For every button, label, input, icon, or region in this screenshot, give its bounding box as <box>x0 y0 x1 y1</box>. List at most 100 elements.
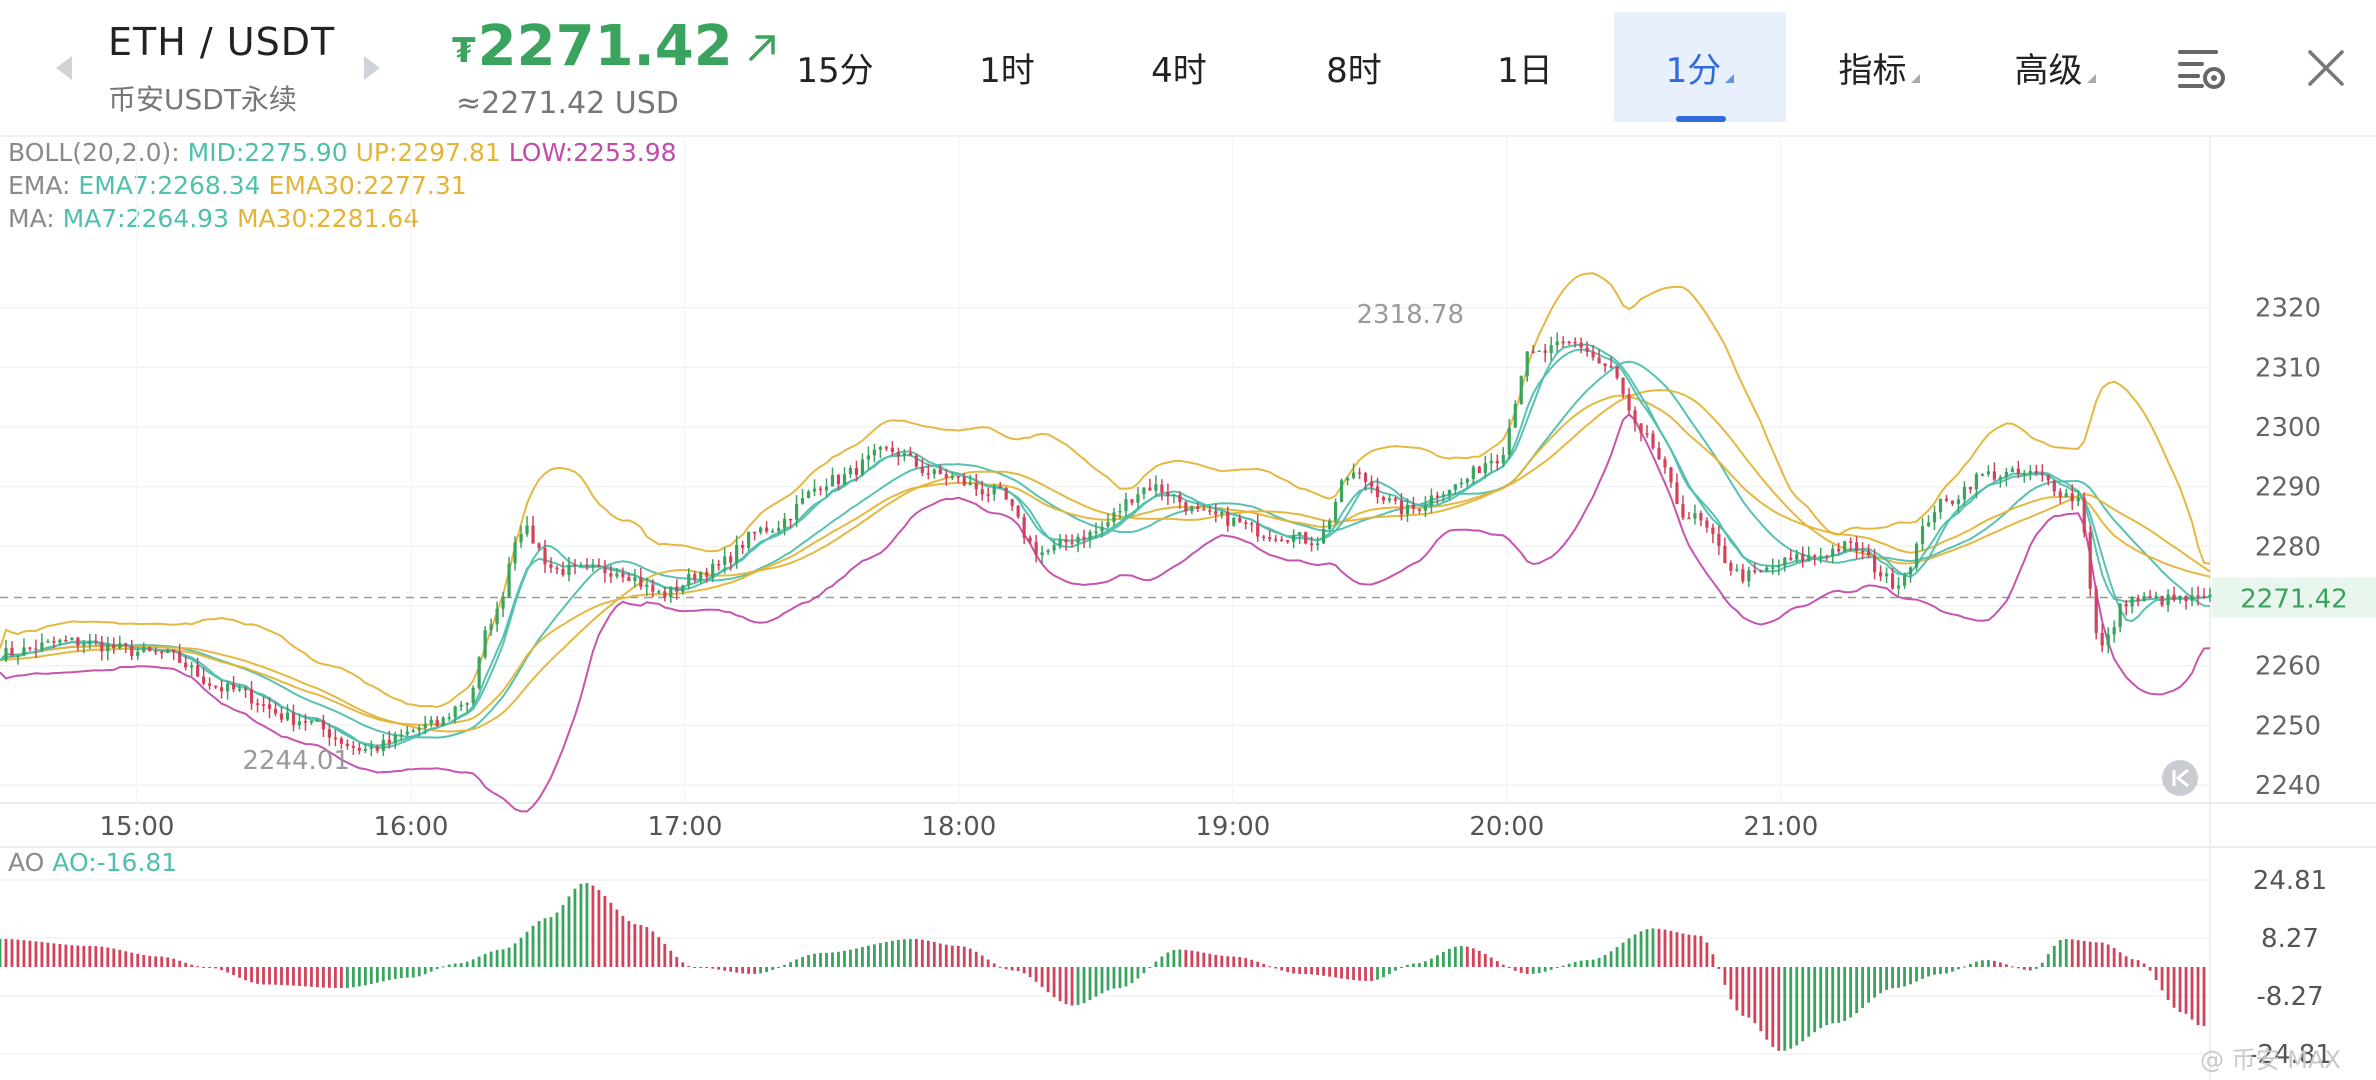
ao-bar <box>837 951 840 967</box>
candle-body <box>866 455 871 460</box>
ao-bar <box>1382 967 1385 978</box>
ao-bar <box>998 966 1002 968</box>
ao-bar <box>1202 952 1206 967</box>
candle-body <box>1208 510 1212 512</box>
ao-bar <box>549 917 553 967</box>
candle-body <box>519 534 523 543</box>
ao-bar <box>944 944 948 967</box>
ao-bar <box>304 967 307 987</box>
candle-body <box>1711 527 1715 534</box>
candle-body <box>333 737 337 740</box>
candle-body <box>2106 634 2110 646</box>
candle-body <box>2112 627 2116 635</box>
x-tick-label: 18:00 <box>921 812 996 842</box>
candle-body <box>1310 543 1314 546</box>
ao-bar <box>873 944 876 967</box>
candle-body <box>2088 532 2092 589</box>
ao-bar <box>531 925 535 967</box>
ao-bar <box>1447 948 1451 967</box>
ao-bar <box>1927 967 1930 977</box>
ao-bar <box>861 947 864 967</box>
candle-body <box>1920 526 1925 544</box>
ao-bar <box>585 883 589 967</box>
ao-bar <box>1921 967 1924 979</box>
ao-bar <box>375 967 379 983</box>
candle-body <box>1741 569 1745 582</box>
ao-bar <box>741 967 745 974</box>
price-chart[interactable]: 23202310230022902280227022602250224015:0… <box>0 0 2376 1080</box>
ao-bar <box>1699 936 1703 967</box>
ao-bar <box>1441 951 1445 967</box>
ao-bar <box>657 937 661 967</box>
candle-body <box>219 687 224 692</box>
candle-body <box>1579 342 1583 348</box>
candle-body <box>1441 494 1445 497</box>
ao-bar <box>16 939 20 967</box>
candle-body <box>794 503 799 520</box>
candle-body <box>429 719 433 724</box>
ao-bar <box>1118 967 1122 988</box>
candle-body <box>1106 521 1110 527</box>
ao-bar <box>1340 967 1343 979</box>
ao-bar <box>1262 963 1266 967</box>
ao-bar <box>292 967 295 986</box>
ao-bar <box>256 967 259 984</box>
ao-bar <box>621 915 625 967</box>
candle-body <box>375 747 379 751</box>
candle-body <box>76 637 80 646</box>
ao-bar <box>1376 967 1379 980</box>
ao-bar <box>843 950 846 967</box>
ao-bar <box>1418 963 1421 967</box>
ao-bar <box>645 927 649 967</box>
ao-bar <box>495 949 499 967</box>
candle-body <box>1926 522 1931 527</box>
ao-bar <box>2160 967 2164 991</box>
candle-body <box>1447 489 1451 495</box>
ao-bar <box>1483 953 1487 967</box>
candle-body <box>1190 506 1194 512</box>
ao-value: AO:-16.81 <box>52 848 178 877</box>
ao-bar <box>1555 967 1559 968</box>
ao-bar <box>2178 967 2182 1013</box>
ao-bar <box>890 940 894 967</box>
ao-bar <box>1765 967 1769 1040</box>
ao-bar <box>1543 967 1547 972</box>
candle-body <box>501 596 505 609</box>
ao-bar <box>471 959 475 967</box>
candle-body <box>1567 341 1571 344</box>
ao-bar <box>855 948 858 967</box>
ao-bar <box>795 959 798 967</box>
ao-bar <box>1453 946 1457 967</box>
candle-body <box>902 453 906 457</box>
ao-bar <box>459 963 463 967</box>
y-tick-label: 2240 <box>2255 771 2321 801</box>
ao-bar <box>992 963 996 967</box>
candle-body <box>202 676 206 684</box>
ao-bar <box>1130 967 1134 984</box>
ao-bar <box>783 964 786 967</box>
ao-bar <box>567 896 571 967</box>
ao-bar <box>82 945 86 967</box>
candle-body <box>1753 570 1757 572</box>
ao-bar <box>1741 967 1745 1016</box>
ao-bar <box>70 945 74 967</box>
candle-body <box>543 547 547 565</box>
ao-bar <box>1424 961 1427 967</box>
jump-to-latest-icon[interactable] <box>2162 760 2198 796</box>
ao-bar <box>417 967 421 977</box>
ao-bar <box>250 967 253 983</box>
candle-body <box>759 527 763 533</box>
ao-bar <box>1406 964 1409 967</box>
ao-bar <box>1298 967 1302 974</box>
ao-bar <box>130 952 134 967</box>
ao-bar <box>1430 958 1433 967</box>
ao-bar <box>2034 967 2038 969</box>
candle-body <box>1070 542 1074 544</box>
ao-bar <box>1322 967 1326 976</box>
candle-body <box>214 685 218 688</box>
ao-bar <box>627 920 631 967</box>
candle-body <box>2124 603 2128 607</box>
candle-body <box>1878 572 1883 577</box>
candle-body <box>788 518 793 521</box>
ao-bar <box>1831 967 1835 1024</box>
